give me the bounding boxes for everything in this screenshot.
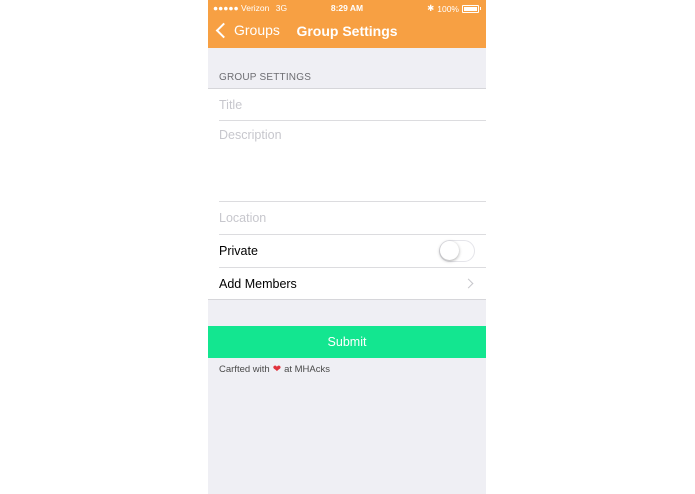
submit-button[interactable]: Submit bbox=[208, 326, 486, 358]
add-members-label: Add Members bbox=[219, 277, 297, 291]
footer-prefix: Carfted with bbox=[219, 364, 270, 375]
battery-percent: 100% bbox=[437, 3, 459, 14]
battery-tip bbox=[480, 7, 481, 10]
group-bottom-border bbox=[208, 299, 486, 300]
section-header: GROUP SETTINGS bbox=[219, 72, 312, 83]
heart-icon: ❤ bbox=[272, 364, 282, 375]
page-title: Group Settings bbox=[296, 23, 398, 39]
description-placeholder: Description bbox=[219, 128, 282, 142]
description-field[interactable]: Description bbox=[208, 121, 486, 201]
title-placeholder: Title bbox=[219, 98, 243, 112]
add-members-row[interactable]: Add Members bbox=[208, 268, 486, 299]
private-row: Private bbox=[208, 235, 486, 267]
navigation-bar: ●●●●● Verizon 3G 8:29 AM ✱ 100% Groups G… bbox=[208, 0, 486, 48]
status-bar: ●●●●● Verizon 3G 8:29 AM ✱ 100% bbox=[208, 0, 486, 14]
chevron-right-icon bbox=[463, 278, 474, 289]
toggle-knob bbox=[440, 241, 459, 260]
location-placeholder: Location bbox=[219, 211, 267, 225]
footer-suffix: at MHAcks bbox=[284, 364, 331, 375]
footer-credit: Carfted with ❤ at MHAcks bbox=[219, 364, 330, 375]
battery-icon bbox=[462, 4, 479, 13]
phone-screen: ●●●●● Verizon 3G 8:29 AM ✱ 100% Groups G… bbox=[208, 0, 486, 494]
settings-form-group: Title Description Location Private Add M… bbox=[208, 88, 486, 300]
bluetooth-icon: ✱ bbox=[427, 3, 435, 13]
title-field[interactable]: Title bbox=[208, 89, 486, 120]
private-label: Private bbox=[219, 244, 258, 258]
status-right: ✱ 100% bbox=[427, 3, 481, 14]
location-field[interactable]: Location bbox=[208, 202, 486, 234]
private-toggle[interactable] bbox=[439, 240, 475, 262]
